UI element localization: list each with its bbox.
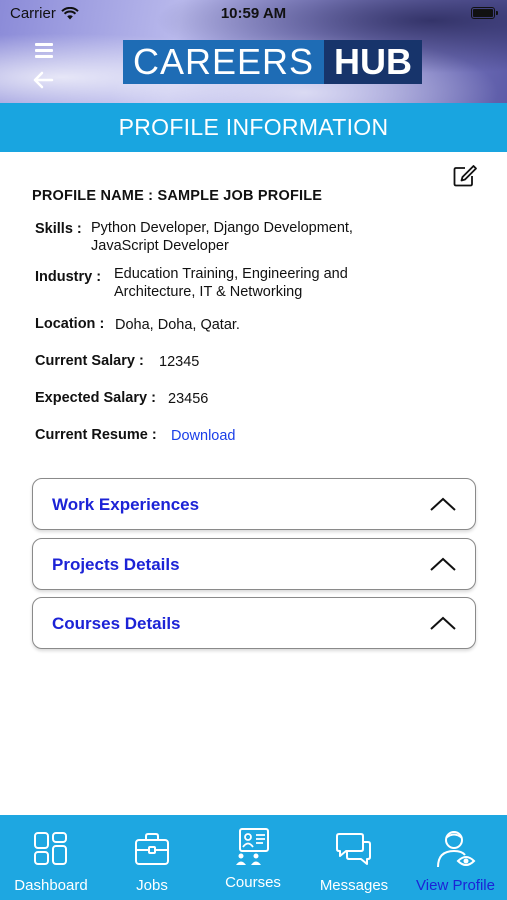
skills-value: Python Developer, Django Development, Ja… [91, 220, 353, 254]
logo-hub: HUB [324, 40, 423, 84]
industry-row: Industry : Education Training, Engineeri… [35, 265, 348, 301]
skills-row: Skills : Python Developer, Django Develo… [35, 219, 353, 255]
back-arrow-icon[interactable] [32, 70, 54, 90]
briefcase-icon [135, 833, 169, 865]
industry-value: Education Training, Engineering and Arch… [114, 266, 348, 300]
tab-messages[interactable]: Messages [304, 815, 404, 900]
edit-icon[interactable] [452, 164, 478, 188]
tab-jobs[interactable]: Jobs [102, 815, 202, 900]
tab-courses[interactable]: Courses [202, 815, 304, 900]
battery-icon [471, 7, 498, 19]
app-header: Carrier 10:59 AM CAREERS HUB [0, 0, 507, 103]
tab-messages-label: Messages [319, 877, 389, 894]
location-label: Location : [35, 316, 105, 332]
work-experiences-label: Work Experiences [52, 495, 200, 514]
chevron-up-icon [430, 497, 456, 511]
dashboard-icon [34, 832, 67, 865]
industry-label: Industry : [35, 269, 102, 285]
page-title: PROFILE INFORMATION [0, 103, 507, 152]
expected-salary-row: Expected Salary : 23456 [35, 390, 208, 408]
courses-details-section[interactable]: Courses Details [32, 597, 476, 649]
chevron-up-icon [430, 557, 456, 571]
expected-salary-label: Expected Salary : [35, 390, 156, 406]
messages-icon [336, 833, 371, 865]
current-salary-label: Current Salary : [35, 353, 144, 369]
courses-details-label: Courses Details [52, 614, 181, 633]
careers-hub-logo: CAREERS HUB [123, 40, 423, 84]
location-row: Location : Doha, Doha, Qatar. [35, 316, 240, 334]
profile-content: PROFILE NAME : SAMPLE JOB PROFILE Skills… [0, 152, 507, 815]
location-value: Doha, Doha, Qatar. [115, 317, 240, 333]
projects-details-label: Projects Details [52, 555, 180, 574]
chevron-up-icon [430, 616, 456, 630]
current-salary-value: 12345 [159, 354, 200, 370]
skills-label: Skills : [35, 221, 82, 237]
clock: 10:59 AM [220, 5, 287, 22]
tab-view-profile-label: View Profile [416, 877, 495, 894]
expected-salary-value: 23456 [168, 391, 209, 407]
tab-dashboard-label: Dashboard [14, 877, 88, 894]
courses-icon [236, 828, 269, 865]
status-bar: Carrier 10:59 AM [0, 0, 507, 28]
resume-label: Current Resume : [35, 427, 157, 443]
resume-row: Current Resume : Download [35, 427, 236, 445]
profile-icon [436, 831, 475, 868]
current-salary-row: Current Salary : 12345 [35, 353, 199, 371]
tab-dashboard[interactable]: Dashboard [0, 815, 102, 900]
profile-name: PROFILE NAME : SAMPLE JOB PROFILE [32, 188, 323, 204]
hamburger-menu-icon[interactable] [35, 43, 53, 58]
bottom-tab-bar: Dashboard Jobs Courses Messages View Pro… [0, 815, 507, 900]
logo-careers: CAREERS [123, 40, 325, 84]
download-resume-link[interactable]: Download [171, 427, 236, 445]
projects-details-section[interactable]: Projects Details [32, 538, 476, 590]
tab-view-profile[interactable]: View Profile [404, 815, 507, 900]
work-experiences-section[interactable]: Work Experiences [32, 478, 476, 530]
tab-jobs-label: Jobs [136, 877, 168, 894]
tab-courses-label: Courses [225, 874, 281, 891]
